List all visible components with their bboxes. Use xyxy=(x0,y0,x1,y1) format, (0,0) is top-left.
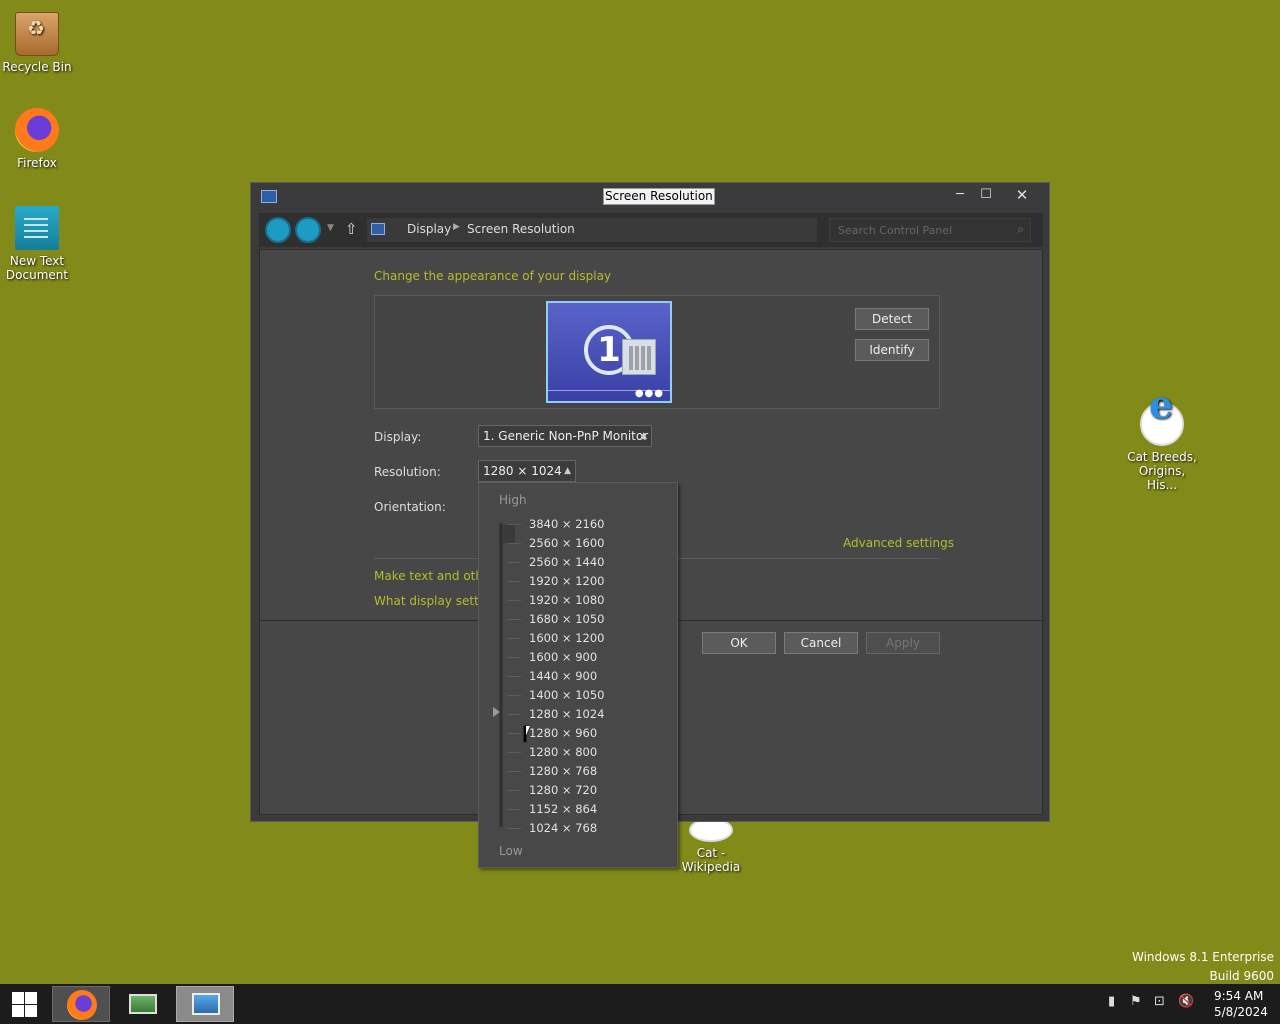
resolution-option[interactable]: 1400 × 1050 xyxy=(507,686,667,705)
maximize-button[interactable]: ☐ xyxy=(973,185,999,205)
taskbar-clock[interactable]: 9:54 AM 5/8/2024 xyxy=(1214,988,1268,1020)
desktop-icon-label: Cat Breeds, Origins, His... xyxy=(1127,450,1197,492)
windows-logo-icon xyxy=(12,992,24,1004)
apply-button[interactable]: Apply xyxy=(866,632,940,654)
resolution-option[interactable]: 2560 × 1440 xyxy=(507,553,667,572)
desktop-icon-label: Recycle Bin xyxy=(2,60,72,74)
minimize-button[interactable]: ─ xyxy=(947,185,973,205)
recycle-bin-icon xyxy=(15,12,59,56)
display-select-value: 1. Generic Non-PnP Monitor xyxy=(483,429,649,443)
windows-logo-pane xyxy=(25,1005,37,1017)
resolution-option[interactable]: 1024 × 768 xyxy=(507,819,667,838)
desktop-icon-label: Cat - Wikipedia xyxy=(681,846,741,874)
internet-explorer-icon xyxy=(1140,398,1184,446)
window-title: Screen Resolution xyxy=(603,188,715,205)
advanced-settings-link[interactable]: Advanced settings xyxy=(843,536,954,550)
breadcrumb-display[interactable]: Display xyxy=(407,222,451,236)
firefox-icon xyxy=(67,990,97,1020)
resolution-option[interactable]: 1280 × 960 xyxy=(507,724,667,743)
resolution-label: Resolution: xyxy=(374,465,441,479)
network-icon[interactable]: ⊡ xyxy=(1154,994,1165,1009)
orientation-label: Orientation: xyxy=(374,500,446,514)
search-icon[interactable]: ⌕ xyxy=(1017,222,1024,237)
breadcrumb-screen-resolution[interactable]: Screen Resolution xyxy=(467,222,575,236)
address-field[interactable]: Display ▶ Screen Resolution ⌄ ↻ xyxy=(367,218,916,242)
title-bar[interactable]: Screen Resolution ─ ☐ ✕ xyxy=(251,183,1049,211)
resolution-option[interactable]: 1920 × 1080 xyxy=(507,591,667,610)
text-document-icon xyxy=(15,206,59,250)
breadcrumb-separator-icon[interactable]: ▶ xyxy=(453,222,460,232)
resolution-option[interactable]: 1600 × 900 xyxy=(507,648,667,667)
address-bar: ▼ ⇧ Display ▶ Screen Resolution ⌄ ↻ ⌕ xyxy=(259,213,1043,247)
volume-muted-icon[interactable]: 🔇 xyxy=(1178,994,1194,1009)
page-heading: Change the appearance of your display xyxy=(374,269,612,283)
display-label: Display: xyxy=(374,430,422,444)
mouse-cursor-icon xyxy=(524,726,530,742)
resolution-option[interactable]: 1440 × 900 xyxy=(507,667,667,686)
action-center-flag-icon[interactable]: ⚑ xyxy=(1130,994,1142,1009)
control-panel-icon xyxy=(371,223,385,235)
monitor-panel: 1 ●●● Detect Identify xyxy=(374,295,940,409)
control-panel-icon xyxy=(192,993,220,1015)
firefox-icon xyxy=(15,108,59,152)
monitor-grid-icon xyxy=(622,339,656,375)
low-label: Low xyxy=(499,844,523,858)
desktop-icon-recycle-bin[interactable]: Recycle Bin xyxy=(0,12,74,74)
watermark-edition: Windows 8.1 Enterprise xyxy=(1131,950,1274,964)
taskbar-firefox[interactable] xyxy=(52,986,110,1022)
ok-button[interactable]: OK xyxy=(702,632,776,654)
resolution-option-selected[interactable]: 1280 × 1024 xyxy=(507,705,667,724)
forward-button[interactable] xyxy=(295,217,321,243)
resolution-option[interactable]: 1152 × 864 xyxy=(507,800,667,819)
resolution-option[interactable]: 1280 × 720 xyxy=(507,781,667,800)
taskbar-file-explorer[interactable] xyxy=(114,986,172,1022)
start-button[interactable] xyxy=(0,984,50,1024)
windows-logo-pane xyxy=(12,1005,24,1017)
resolution-select-value: 1280 × 1024 xyxy=(483,464,562,478)
resolution-option[interactable]: 1600 × 1200 xyxy=(507,629,667,648)
desktop-icon-firefox[interactable]: Firefox xyxy=(0,108,74,170)
desktop-icon-label: New Text Document xyxy=(5,254,69,282)
identify-button[interactable]: Identify xyxy=(855,339,929,361)
detect-button[interactable]: Detect xyxy=(855,308,929,330)
more-dots-icon: ●●● xyxy=(634,388,664,399)
up-down-arrows-icon: ▲ xyxy=(640,431,647,441)
resolution-option[interactable]: 1280 × 768 xyxy=(507,762,667,781)
resolution-slider-thumb[interactable] xyxy=(493,707,500,717)
desktop-icon-label: Firefox xyxy=(17,156,57,170)
back-button[interactable] xyxy=(265,217,291,243)
taskbar: ▮ ⚑ ⊡ 🔇 9:54 AM 5/8/2024 xyxy=(0,984,1280,1024)
resolution-dropdown: High 3840 × 2160 2560 × 1600 2560 × 1440… xyxy=(478,482,678,868)
recent-pages-dropdown-icon[interactable]: ▼ xyxy=(327,223,334,233)
resolution-option[interactable]: 1920 × 1200 xyxy=(507,572,667,591)
resolution-option[interactable]: 1680 × 1050 xyxy=(507,610,667,629)
search-box: ⌕ xyxy=(829,218,1031,242)
high-label: High xyxy=(499,493,527,507)
up-arrow-icon[interactable]: ⇧ xyxy=(345,220,358,238)
resolution-option[interactable]: 1280 × 800 xyxy=(507,743,667,762)
taskbar-control-panel[interactable] xyxy=(176,986,234,1022)
resolution-slider-track[interactable] xyxy=(499,523,503,827)
clock-date: 5/8/2024 xyxy=(1214,1005,1268,1019)
resolution-select[interactable]: 1280 × 1024 ▲ xyxy=(478,460,576,482)
windows-logo-pane xyxy=(25,992,37,1004)
close-button[interactable]: ✕ xyxy=(1009,185,1035,205)
desktop-icon-new-text-document[interactable]: New Text Document xyxy=(0,206,74,282)
cancel-button[interactable]: Cancel xyxy=(784,632,858,654)
windows-watermark: Windows 8.1 Enterprise Build 9600 xyxy=(1132,948,1274,986)
battery-icon[interactable]: ▮ xyxy=(1108,994,1115,1009)
display-settings-icon xyxy=(261,190,277,203)
search-input[interactable] xyxy=(830,219,1006,241)
resolution-options: 3840 × 2160 2560 × 1600 2560 × 1440 1920… xyxy=(507,515,667,838)
desktop-icon-cat-breeds[interactable]: Cat Breeds, Origins, His... xyxy=(1124,398,1200,492)
clock-time: 9:54 AM xyxy=(1214,989,1264,1003)
resolution-option[interactable]: 2560 × 1600 xyxy=(507,534,667,553)
display-select[interactable]: 1. Generic Non-PnP Monitor ▲ xyxy=(478,425,652,447)
monitor-tile[interactable]: 1 ●●● xyxy=(546,301,672,403)
file-explorer-icon xyxy=(129,994,157,1014)
resolution-option[interactable]: 3840 × 2160 xyxy=(507,515,667,534)
up-down-arrows-icon: ▲ xyxy=(564,466,571,476)
